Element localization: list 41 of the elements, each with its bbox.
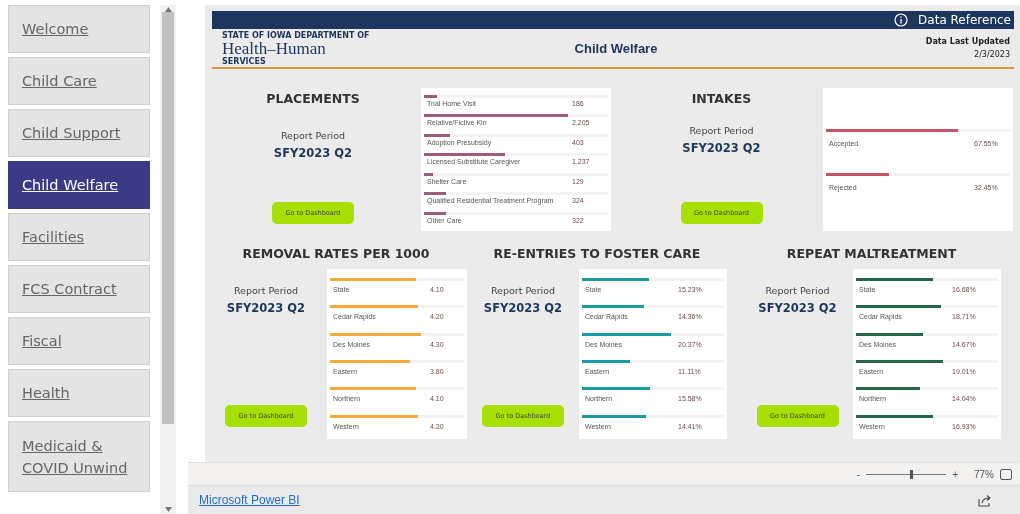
- nav-item[interactable]: Welcome: [8, 5, 150, 53]
- report-period: SFY2023 Q2: [226, 301, 306, 315]
- fit-page-icon[interactable]: [1000, 468, 1012, 480]
- report-period-label: Report Period: [233, 285, 299, 296]
- nav-item[interactable]: Child Support: [8, 109, 150, 157]
- section-title: INTAKES: [691, 91, 752, 106]
- updated-date: 2/3/2023: [974, 50, 1010, 59]
- section-title: RE-ENTRIES TO FOSTER CARE: [492, 246, 702, 261]
- section-title: REPEAT MALTREATMENT: [785, 246, 958, 261]
- report-period-label: Report Period: [490, 285, 556, 296]
- info-icon[interactable]: [894, 13, 909, 27]
- nav-item[interactable]: Health: [8, 369, 150, 417]
- section-title: REMOVAL RATES PER 1000: [241, 246, 431, 261]
- power-bi-link[interactable]: Microsoft Power BI: [199, 493, 300, 507]
- logo-text: Health–Human: [222, 39, 327, 57]
- logo-text: STATE OF IOWA DEPARTMENT OF: [222, 30, 371, 40]
- report-period: SFY2023 Q2: [682, 141, 761, 155]
- nav-item[interactable]: Facilities: [8, 213, 150, 261]
- nav-item[interactable]: Fiscal: [8, 317, 150, 365]
- zoom-in-button[interactable]: +: [952, 468, 958, 480]
- logo-text: SERVICES: [222, 56, 267, 66]
- updated-label: Data Last Updated: [925, 37, 1010, 46]
- scrollbar[interactable]: [160, 5, 176, 514]
- scroll-down-icon[interactable]: [164, 507, 172, 512]
- report-period-label: Report Period: [689, 125, 754, 136]
- data-reference-link[interactable]: Data Reference: [918, 13, 1011, 27]
- zoom-level: 77%: [974, 468, 994, 480]
- slider-thumb[interactable]: [910, 469, 914, 479]
- report-period: SFY2023 Q2: [758, 301, 837, 315]
- zoom-out-button[interactable]: -: [856, 468, 861, 480]
- section-title: PLACEMENTS: [266, 91, 360, 106]
- share-icon[interactable]: [978, 493, 992, 507]
- nav-item[interactable]: Child Welfare: [8, 161, 150, 209]
- nav-item[interactable]: Medicaid & COVID Unwind: [8, 421, 150, 492]
- nav-item[interactable]: FCS Contract: [8, 265, 150, 313]
- report-period-label: Report Period: [280, 130, 346, 141]
- page-title: Child Welfare: [573, 40, 659, 56]
- nav-item[interactable]: Child Care: [8, 57, 150, 105]
- report-period: SFY2023 Q2: [273, 146, 353, 160]
- report-period: SFY2023 Q2: [483, 301, 563, 315]
- report-period-label: Report Period: [765, 285, 830, 296]
